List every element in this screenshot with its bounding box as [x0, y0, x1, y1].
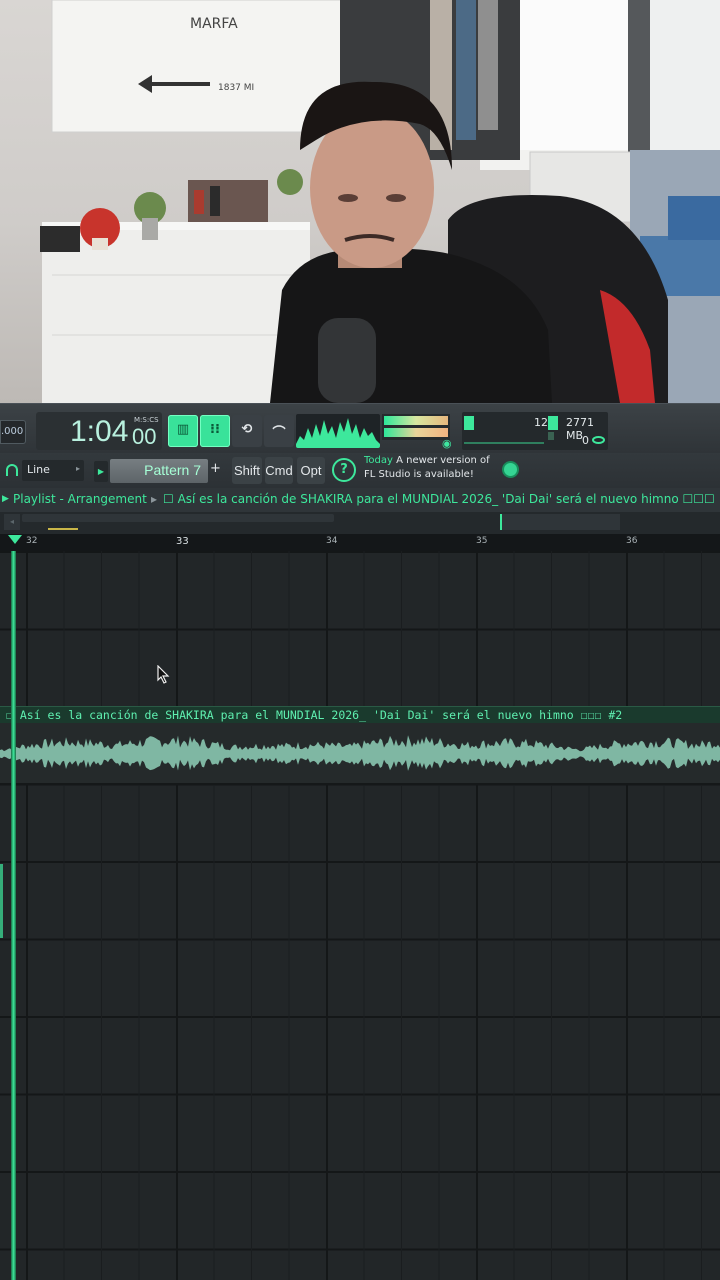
- time-mode-label: M:S:CS: [134, 416, 159, 424]
- horizontal-scroll-thumb[interactable]: [22, 514, 334, 522]
- song-position-marker[interactable]: [8, 535, 22, 544]
- magnet-snap-icon: [6, 464, 18, 476]
- step-edit-icon: ⁝⁝: [210, 422, 220, 437]
- zoom-scroll-thumb[interactable]: [500, 514, 620, 530]
- timeline-ruler[interactable]: 32 33 34 35 36: [0, 534, 720, 551]
- snap-selector[interactable]: Line ▸: [22, 460, 84, 481]
- poster-arrow-text: 1837 MI: [218, 83, 254, 93]
- tempo-display[interactable]: .000: [0, 420, 26, 444]
- oscilloscope: [296, 414, 380, 448]
- typing-keyboard-icon: ▥: [176, 422, 190, 437]
- bar-number: 34: [326, 536, 338, 546]
- bar-number: 33: [176, 536, 189, 547]
- time-display[interactable]: 1:04 M:S:CS 00: [36, 412, 162, 450]
- playhead-line[interactable]: [11, 551, 16, 1280]
- secondary-toolbar: Line ▸ ▶ Pattern 7 + Shift Cmd Opt ? Tod…: [0, 453, 720, 488]
- poster-brand-text: MARFA: [190, 16, 238, 32]
- add-pattern-button[interactable]: +: [210, 461, 221, 476]
- loop-record-icon: ⟲: [241, 422, 253, 437]
- breadcrumb-separator: ▸: [151, 492, 158, 506]
- metronome-button[interactable]: ⌒: [264, 415, 294, 447]
- time-main: 1:04: [70, 415, 129, 448]
- metronome-icon: ⌒: [272, 426, 286, 441]
- chat-icon[interactable]: ?: [332, 458, 356, 482]
- step-edit-button[interactable]: ⁝⁝: [200, 415, 230, 447]
- overview-clip-marker: [48, 528, 78, 530]
- bar-number: 35: [476, 536, 488, 546]
- polyphony-count: 12: [534, 416, 548, 429]
- audio-clip-header[interactable]: ☐ Así es la canción de SHAKIRA para el M…: [0, 706, 720, 723]
- bar-number: 36: [626, 536, 638, 546]
- oscilloscope-waveform: [296, 418, 380, 448]
- time-centiseconds: 00: [132, 424, 157, 449]
- news-line-2: FL Studio is available!: [364, 469, 474, 480]
- playlist-title-bar: ▶ Playlist - Arrangement ▸ ☐ Así es la c…: [0, 488, 720, 512]
- waveform-graphic: [0, 735, 720, 771]
- webcam-overlay: MARFA 1837 MI: [0, 0, 720, 403]
- voices-count: 0: [582, 434, 589, 447]
- bar-number: 32: [26, 536, 38, 546]
- audio-clip-name: ☐ Así es la canción de SHAKIRA para el M…: [6, 708, 623, 722]
- playlist-track-title: ☐ Así es la canción de SHAKIRA para el M…: [163, 492, 715, 506]
- cmd-button[interactable]: Cmd: [265, 457, 293, 484]
- transport-toolbar: .000 1:04 M:S:CS 00 ▥ ⁝⁝ ⟲ ⌒ ◉ 12 2771 M…: [0, 403, 720, 453]
- pattern-selector[interactable]: Pattern 7: [110, 459, 208, 483]
- opt-button[interactable]: Opt: [297, 457, 325, 484]
- scroll-left-button[interactable]: ◂: [4, 514, 20, 530]
- news-line-1: A newer version of: [396, 455, 490, 466]
- snap-label: Line: [27, 463, 50, 476]
- mouse-cursor-icon: [157, 665, 170, 684]
- globe-icon[interactable]: [502, 461, 519, 478]
- loop-record-button[interactable]: ⟲: [232, 415, 262, 447]
- play-arrow-icon: ▶: [2, 494, 9, 504]
- shift-button[interactable]: Shift: [232, 457, 262, 484]
- playlist-grid[interactable]: [0, 551, 720, 1280]
- pattern-play-button[interactable]: ▶: [94, 461, 108, 482]
- news-day: Today: [364, 455, 393, 466]
- track-selection-indicator: [0, 864, 3, 938]
- audio-clip-waveform[interactable]: [0, 723, 720, 785]
- cpu-overload-icon: [592, 436, 605, 444]
- cpu-memory-panel: 12 2771 MB 0: [462, 412, 608, 450]
- master-volume-meter: [382, 414, 450, 440]
- chevron-right-icon: ▸: [75, 464, 80, 473]
- eye-icon[interactable]: ◉: [442, 437, 452, 450]
- typing-keyboard-button[interactable]: ▥: [168, 415, 198, 447]
- webcam-scene: MARFA 1837 MI: [40, 0, 720, 403]
- playlist-title[interactable]: Playlist - Arrangement: [13, 492, 147, 506]
- news-panel[interactable]: Today A newer version of FL Studio is av…: [364, 454, 490, 482]
- playlist-scrollbar[interactable]: ◂: [0, 512, 720, 534]
